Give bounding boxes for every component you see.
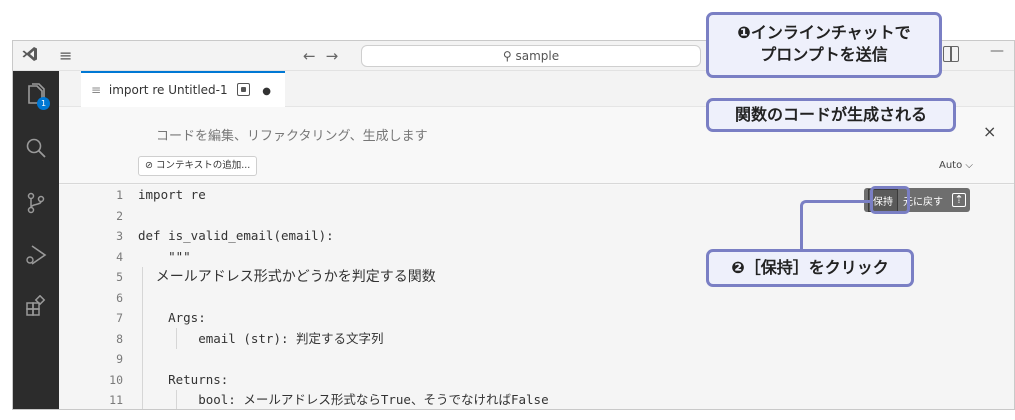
file-lines-icon: ≡: [91, 83, 102, 97]
step-1-number: ❶: [737, 23, 751, 42]
unsaved-dot[interactable]: ●: [262, 86, 271, 97]
callout-step-1: ❶インラインチャットで プロンプトを送信: [706, 12, 942, 78]
code-text: bool: メールアドレス形式ならTrue、そうでなければFalse: [138, 392, 549, 407]
extensions-icon[interactable]: [13, 287, 59, 327]
line-number: 7: [116, 311, 123, 325]
activity-bar: 1: [13, 71, 59, 409]
step-1-text-1: インラインチャットで: [750, 23, 911, 42]
code-text: def is_valid_email(email):: [138, 228, 334, 243]
preview-icon[interactable]: [237, 83, 251, 96]
toggle-panel-icon[interactable]: [943, 46, 959, 62]
tab-untitled-1[interactable]: ≡ import re Untitled-1 ●: [81, 71, 286, 107]
vscode-logo-icon[interactable]: [19, 45, 41, 67]
forward-arrow-icon[interactable]: →: [326, 47, 349, 65]
chat-prompt-input[interactable]: コードを編集、リファクタリング、生成します: [156, 125, 428, 144]
line-number: 5: [116, 270, 123, 284]
back-arrow-icon[interactable]: ←: [303, 47, 326, 65]
line-number: 9: [116, 352, 123, 366]
code-text: import re: [138, 187, 206, 202]
code-line: 10 Returns:: [59, 370, 1014, 391]
add-context-label: コンテキストの追加...: [155, 160, 251, 171]
code-text: Returns:: [138, 371, 229, 387]
paperclip-icon: ⊘: [145, 160, 156, 171]
model-label: Auto: [939, 160, 963, 171]
callout-step-1-line-2: プロンプトを送信: [760, 45, 888, 64]
more-actions-icon[interactable]: ⇡: [952, 193, 966, 207]
code-text: email (str): 判定する文字列: [138, 330, 384, 346]
add-context-button[interactable]: ⊘ コンテキストの追加...: [138, 156, 258, 176]
code-line: 6: [59, 288, 1014, 309]
nav-buttons: ←→: [303, 45, 348, 67]
menu-icon[interactable]: ≡: [59, 44, 72, 68]
line-number: 4: [116, 249, 123, 264]
line-number: 2: [116, 208, 123, 223]
line-number: 6: [116, 290, 123, 305]
chevron-down-icon: ⌵: [965, 160, 973, 171]
tab-title: import re Untitled-1: [108, 83, 228, 97]
model-picker[interactable]: Auto ⌵: [939, 160, 973, 171]
code-line: 11 bool: メールアドレス形式ならTrue、そうでなければFalse: [59, 390, 1014, 409]
close-icon[interactable]: ×: [983, 122, 996, 141]
line-number: 10: [109, 372, 123, 387]
source-control-icon[interactable]: [13, 183, 59, 223]
line-number: 1: [116, 188, 123, 202]
minimize-button[interactable]: —: [990, 43, 1004, 59]
step-2-number: ❷: [731, 258, 745, 277]
explorer-badge: 1: [37, 97, 50, 110]
code-line: 7 Args:: [59, 308, 1014, 329]
callout-step-2: ❷［保持］をクリック: [706, 249, 914, 287]
code-text: メールアドレス形式かどうかを判定する関数: [138, 269, 436, 285]
code-line: 9: [59, 349, 1014, 370]
keep-button-highlight: [870, 186, 910, 214]
code-line: 8 email (str): 判定する文字列: [59, 329, 1014, 350]
search-text: sample: [515, 49, 560, 63]
callout-leader-line: [800, 200, 872, 251]
line-number: 3: [116, 229, 123, 243]
step-2-text: ［保持］をクリック: [744, 258, 889, 277]
line-number: 8: [116, 331, 123, 346]
command-center-search[interactable]: ⚲ sample: [361, 45, 701, 67]
code-text: """: [138, 248, 191, 264]
run-debug-icon[interactable]: [13, 235, 59, 275]
search-icon[interactable]: [13, 129, 59, 169]
callout-generated: 関数のコードが生成される: [706, 98, 956, 132]
line-number: 11: [109, 393, 123, 407]
code-text: Args:: [138, 310, 206, 325]
callout-step-1-line-1: ❶インラインチャットで: [709, 22, 939, 44]
files-icon[interactable]: 1: [13, 75, 59, 115]
search-icon: ⚲: [502, 49, 512, 63]
